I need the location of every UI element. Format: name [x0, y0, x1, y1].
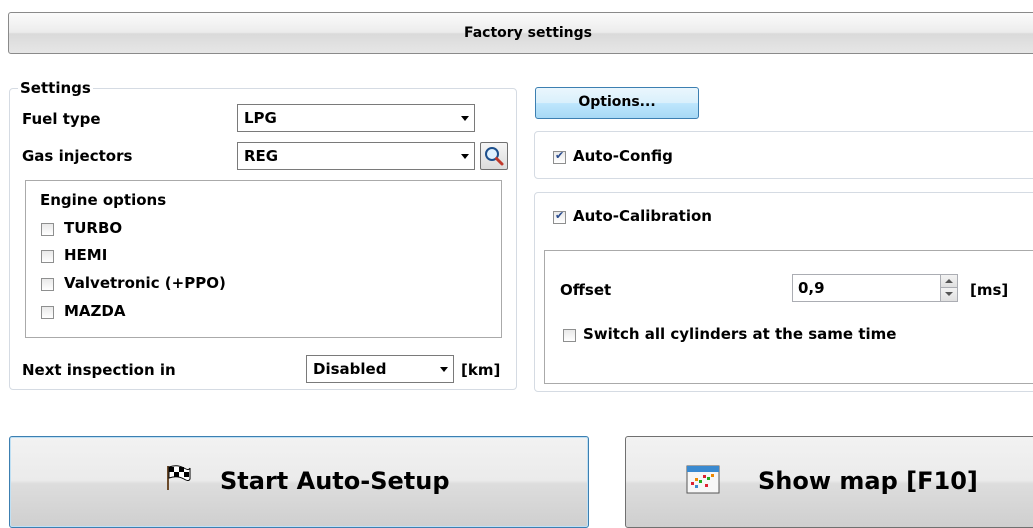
auto-config-label: Auto-Config: [573, 147, 673, 165]
options-button-label: Options...: [578, 94, 656, 110]
chevron-down-icon[interactable]: [941, 288, 957, 301]
next-inspection-select[interactable]: Disabled: [306, 355, 454, 383]
auto-calibration-option[interactable]: Auto-Calibration: [552, 207, 792, 227]
checkered-flag-icon: [167, 465, 191, 490]
fuel-type-select[interactable]: LPG: [237, 104, 475, 132]
turbo-checkbox[interactable]: [41, 223, 54, 236]
show-map-button[interactable]: Show map [F10]: [625, 436, 1033, 528]
engine-options-legend: Engine options: [40, 191, 167, 209]
calibration-inner-panel: [544, 250, 1033, 384]
next-inspection-label: Next inspection in: [22, 361, 176, 379]
next-inspection-value: Disabled: [313, 360, 387, 378]
valvetronic-checkbox[interactable]: [41, 278, 54, 291]
mazda-option[interactable]: MAZDA: [40, 302, 240, 322]
offset-label: Offset: [560, 281, 612, 299]
valvetronic-label: Valvetronic (+PPO): [64, 274, 226, 292]
chevron-down-icon[interactable]: [456, 105, 474, 131]
gas-injectors-select[interactable]: REG: [237, 142, 475, 170]
map-chart-icon: [686, 465, 720, 494]
fuel-type-label: Fuel type: [22, 110, 101, 128]
options-button[interactable]: Options...: [535, 87, 699, 119]
chevron-down-icon[interactable]: [435, 356, 453, 382]
offset-unit: [ms]: [970, 281, 1009, 299]
chevron-down-icon[interactable]: [456, 143, 474, 169]
hemi-label: HEMI: [64, 246, 108, 264]
auto-calibration-checkbox[interactable]: [553, 209, 566, 224]
auto-config-checkbox[interactable]: [553, 149, 566, 164]
chevron-up-icon[interactable]: [941, 275, 957, 288]
stepper-buttons[interactable]: [940, 275, 957, 301]
switch-all-cylinders-option[interactable]: Switch all cylinders at the same time: [562, 325, 922, 345]
offset-stepper[interactable]: 0,9: [792, 274, 958, 302]
gas-injectors-value: REG: [244, 147, 279, 165]
search-injectors-button[interactable]: [480, 142, 508, 170]
turbo-label: TURBO: [64, 219, 123, 237]
auto-config-option[interactable]: Auto-Config: [552, 147, 772, 167]
switch-all-cylinders-label: Switch all cylinders at the same time: [583, 325, 897, 343]
fuel-type-value: LPG: [244, 109, 277, 127]
switch-all-cylinders-checkbox[interactable]: [563, 329, 576, 342]
valvetronic-option[interactable]: Valvetronic (+PPO): [40, 274, 300, 294]
search-icon: [485, 147, 504, 166]
show-map-label: Show map [F10]: [758, 467, 978, 495]
mazda-checkbox[interactable]: [41, 306, 54, 319]
header-title: Factory settings: [463, 25, 593, 41]
mazda-label: MAZDA: [64, 302, 126, 320]
start-auto-setup-button[interactable]: Start Auto-Setup: [9, 436, 589, 528]
hemi-option[interactable]: HEMI: [40, 246, 240, 266]
gas-injectors-label: Gas injectors: [22, 147, 133, 165]
turbo-option[interactable]: TURBO: [40, 219, 240, 239]
hemi-checkbox[interactable]: [41, 250, 54, 263]
factory-settings-header[interactable]: Factory settings: [8, 12, 1033, 54]
offset-value: 0,9: [798, 279, 825, 297]
settings-legend: Settings: [18, 79, 93, 97]
auto-calibration-label: Auto-Calibration: [573, 207, 712, 225]
start-auto-setup-label: Start Auto-Setup: [220, 467, 450, 495]
next-inspection-unit: [km]: [461, 361, 501, 379]
